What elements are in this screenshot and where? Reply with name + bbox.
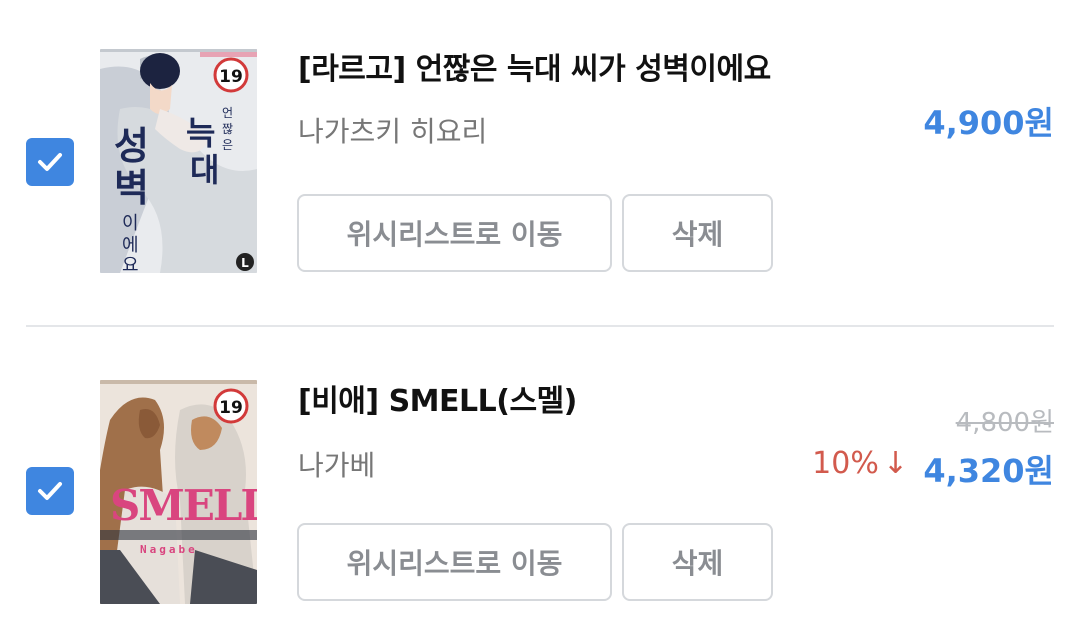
cover-title-char: 은 [222, 138, 233, 152]
item-price: 4,320원 [923, 452, 1054, 490]
delete-button[interactable]: 삭제 [622, 194, 773, 272]
book-cover[interactable]: SMELL Nagabe 19 [100, 380, 257, 604]
cover-title-char: 에 [122, 235, 139, 256]
divider [26, 325, 1054, 327]
item-price: 4,900원 [923, 104, 1054, 142]
cover-title-char: 벽 [114, 165, 149, 210]
cover-title-char: 요 [122, 255, 139, 273]
cover-title-char: 대 [190, 151, 219, 189]
item-author[interactable]: 나가베 [298, 444, 375, 484]
down-arrow-icon: ↓ [882, 446, 908, 481]
move-to-wishlist-button[interactable]: 위시리스트로 이동 [297, 523, 612, 601]
checkmark-icon [38, 482, 62, 500]
item-checkbox[interactable] [26, 467, 74, 515]
move-to-wishlist-button[interactable]: 위시리스트로 이동 [297, 194, 612, 272]
age-badge: 19 [219, 67, 243, 87]
cover-title-char: 늑 [186, 114, 215, 152]
cover-title-char: 이 [122, 213, 139, 234]
item-title[interactable]: [비애] SMELL(스멜) [298, 376, 577, 420]
cart-item: 성 벽 이 에 요 늑 대 언 짢 은 19 L [라르고] 언짢은 늑대 씨가… [0, 0, 1080, 327]
cover-title-char: 짢 [222, 122, 233, 136]
original-price: 4,800원 [955, 408, 1054, 438]
cover-title-char: 성 [114, 123, 149, 168]
cover-subtitle-art: Nagabe [140, 543, 198, 556]
publisher-mark: L [241, 256, 249, 270]
age-badge: 19 [219, 398, 243, 418]
item-title[interactable]: [라르고] 언짢은 늑대 씨가 성벽이에요 [298, 44, 771, 88]
cover-title-art: SMELL [110, 481, 257, 530]
item-author[interactable]: 나가츠키 히요리 [298, 110, 487, 150]
cover-title-char: 언 [222, 106, 233, 120]
book-cover[interactable]: 성 벽 이 에 요 늑 대 언 짢 은 19 L [100, 49, 257, 273]
discount-percent: 10% [812, 446, 879, 481]
delete-button[interactable]: 삭제 [622, 523, 773, 601]
checkmark-icon [38, 153, 62, 171]
item-checkbox[interactable] [26, 138, 74, 186]
discount-rate: 10% ↓ [812, 446, 908, 481]
cart-item: SMELL Nagabe 19 [비애] SMELL(스멜) 나가베 4,800… [0, 328, 1080, 644]
